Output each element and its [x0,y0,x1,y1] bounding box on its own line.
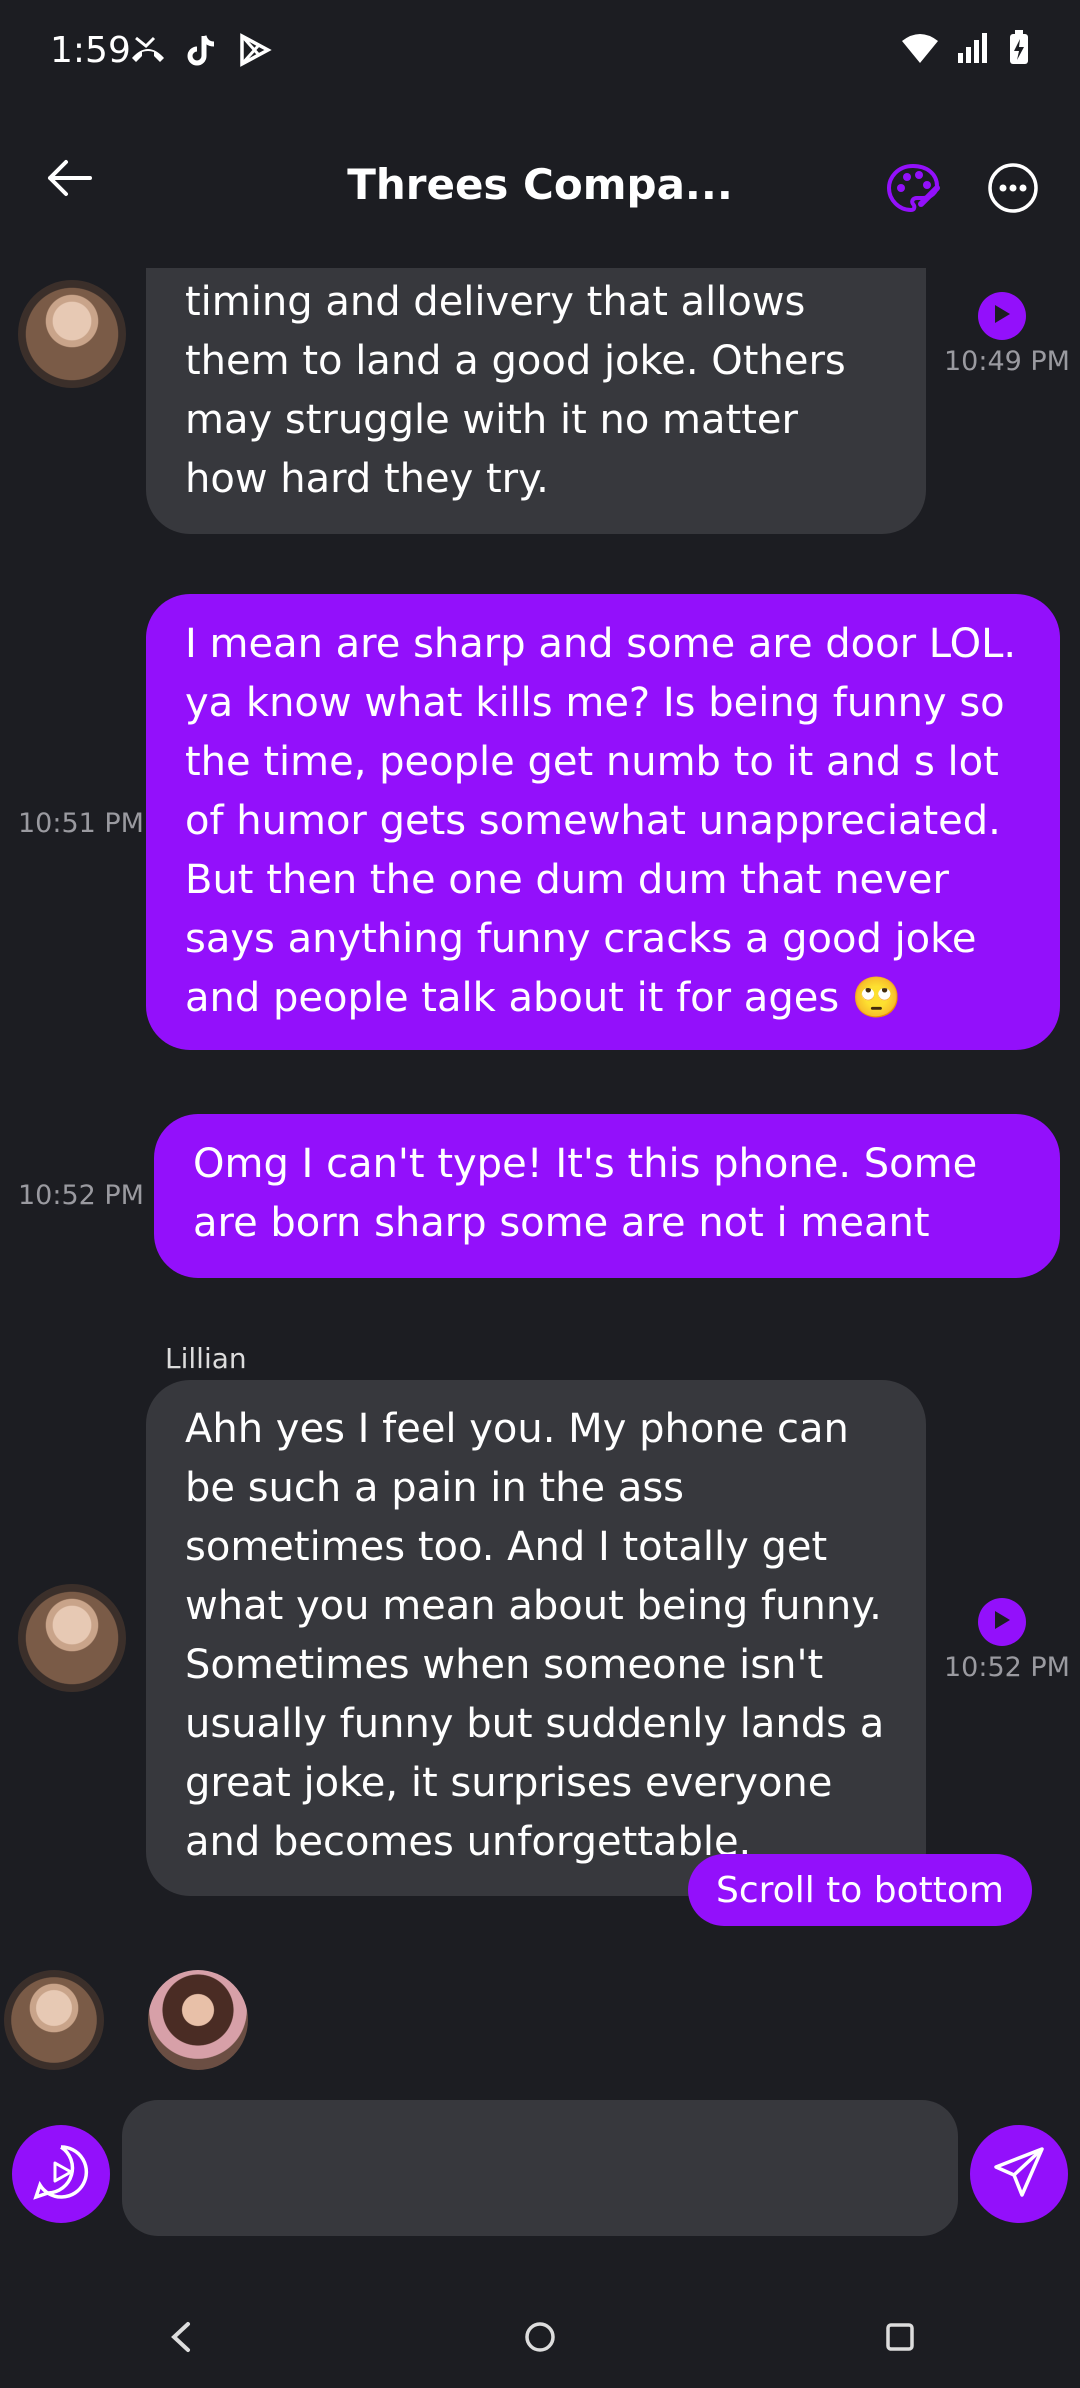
message-text: Ahh yes I feel you. My phone can be such… [185,1406,885,1865]
palette-button[interactable] [885,160,945,220]
nav-back-icon [166,2320,194,2358]
play-icon [992,1609,1012,1635]
signal-icon [956,31,992,69]
palette-icon [885,163,941,220]
more-options-icon [985,163,1041,220]
missed-call-icon [128,32,168,72]
play-audio-button[interactable] [978,292,1026,340]
chat-messages[interactable]: timing and delivery that allows them to … [0,268,1080,1918]
voice-message-button[interactable] [12,2125,110,2223]
avatar[interactable] [18,280,126,388]
message-text: Omg I can't type! It's this phone. Some … [193,1141,978,1246]
sender-name: Lillian [165,1342,247,1375]
message-bubble-user[interactable]: Omg I can't type! It's this phone. Some … [154,1114,1060,1278]
scroll-to-bottom-button[interactable]: Scroll to bottom [688,1854,1032,1926]
nav-home-button[interactable] [500,2299,580,2379]
play-store-icon [236,32,272,72]
send-button[interactable] [970,2125,1068,2223]
message-time: 10:49 PM [944,346,1070,377]
back-button[interactable] [40,150,100,210]
status-time: 1:59 [50,30,131,71]
play-icon [992,303,1012,329]
message-text: timing and delivery that allows them to … [185,279,846,502]
participant-avatar[interactable] [148,1970,248,2070]
nav-recents-button[interactable] [860,2299,940,2379]
system-navigation-bar [0,2290,1080,2388]
message-bubble-bot[interactable]: timing and delivery that allows them to … [146,268,926,534]
voice-chat-icon [30,2141,92,2207]
avatar[interactable] [18,1584,126,1692]
tiktok-icon [184,32,220,72]
play-audio-button[interactable] [978,1598,1026,1646]
wifi-icon [900,31,940,69]
nav-back-button[interactable] [140,2299,220,2379]
status-bar: 1:59 [0,0,1080,110]
message-time: 10:52 PM [944,1652,1070,1683]
participants-row [0,1970,300,2080]
more-options-button[interactable] [985,160,1045,220]
chat-title: Threes Compa... [347,160,733,209]
battery-charging-icon [1008,30,1030,70]
participant-avatar[interactable] [4,1970,104,2070]
message-time: 10:51 PM [18,808,144,839]
message-bubble-user[interactable]: I mean are sharp and some are door LOL. … [146,594,1060,1050]
nav-recents-icon [884,2321,916,2357]
notification-icons [128,32,272,72]
message-bubble-bot[interactable]: Ahh yes I feel you. My phone can be such… [146,1380,926,1896]
back-arrow-icon [46,158,94,202]
send-icon [992,2145,1046,2203]
message-text: I mean are sharp and some are door LOL. … [185,621,1017,1021]
message-input[interactable] [122,2100,958,2236]
nav-home-icon [523,2320,557,2358]
system-icons [900,30,1030,70]
message-time: 10:52 PM [18,1180,144,1211]
